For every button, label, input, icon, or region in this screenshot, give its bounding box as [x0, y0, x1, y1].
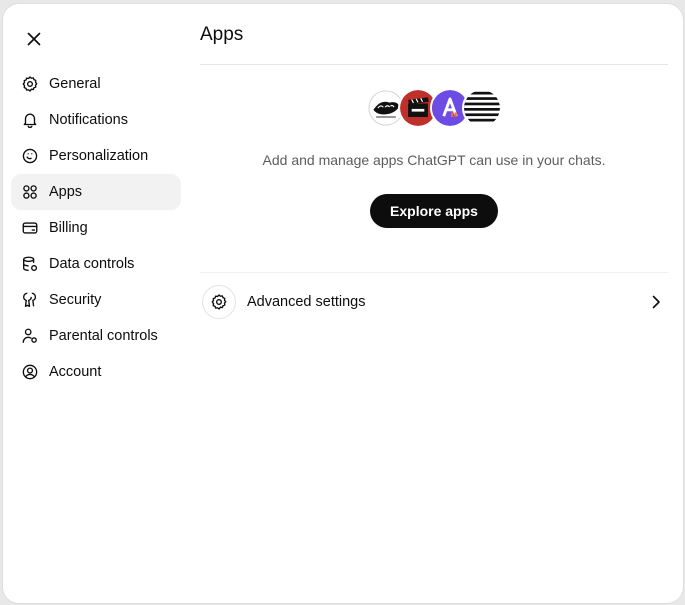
sidebar-item-label: Billing: [49, 220, 88, 236]
advanced-settings-row[interactable]: Advanced settings: [200, 284, 668, 320]
advanced-settings-label: Advanced settings: [247, 294, 366, 310]
shield-key-icon: [21, 291, 39, 309]
gear-icon: [211, 294, 227, 310]
sidebar-item-label: Data controls: [49, 256, 135, 272]
credit-card-icon: [21, 219, 39, 237]
apps-grid-icon: [21, 183, 39, 201]
sidebar-item-personalization[interactable]: Personalization: [11, 138, 181, 174]
chevron-right-icon: [652, 295, 660, 309]
database-icon: [21, 255, 39, 273]
parental-icon: [21, 327, 39, 345]
sidebar-item-label: Notifications: [49, 112, 128, 128]
section-divider: [200, 272, 668, 273]
sidebar-item-security[interactable]: Security: [11, 282, 181, 318]
close-button[interactable]: [20, 26, 48, 52]
apps-description: Add and manage apps ChatGPT can use in y…: [262, 152, 606, 168]
sidebar-item-notifications[interactable]: Notifications: [11, 102, 181, 138]
sidebar-item-label: Security: [49, 292, 102, 308]
explore-apps-button[interactable]: Explore apps: [370, 194, 498, 228]
sidebar-item-general[interactable]: General: [11, 66, 181, 102]
sidebar-item-label: Parental controls: [49, 328, 158, 344]
sidebar-item-label: Apps: [49, 184, 83, 200]
close-icon: [27, 32, 41, 46]
advanced-settings-icon-badge: [202, 285, 236, 319]
app-logo-stack: [366, 88, 506, 130]
page-title: Apps: [200, 24, 244, 45]
sidebar-item-label: Account: [49, 364, 102, 380]
settings-sidebar: General Notifications Personalization Ap…: [11, 66, 181, 390]
sidebar-item-billing[interactable]: Billing: [11, 210, 181, 246]
sidebar-item-label: Personalization: [49, 148, 149, 164]
settings-dialog: General Notifications Personalization Ap…: [3, 4, 683, 603]
header-divider: [200, 64, 668, 65]
gear-icon: [21, 75, 39, 93]
sidebar-item-label: General: [49, 76, 101, 92]
bell-icon: [21, 111, 39, 129]
striped-sphere-logo: [462, 88, 502, 128]
user-circle-icon: [21, 363, 39, 381]
personalization-icon: [21, 147, 39, 165]
sidebar-item-parental-controls[interactable]: Parental controls: [11, 318, 181, 354]
sidebar-item-account[interactable]: Account: [11, 354, 181, 390]
sidebar-item-apps[interactable]: Apps: [11, 174, 181, 210]
sidebar-item-data-controls[interactable]: Data controls: [11, 246, 181, 282]
